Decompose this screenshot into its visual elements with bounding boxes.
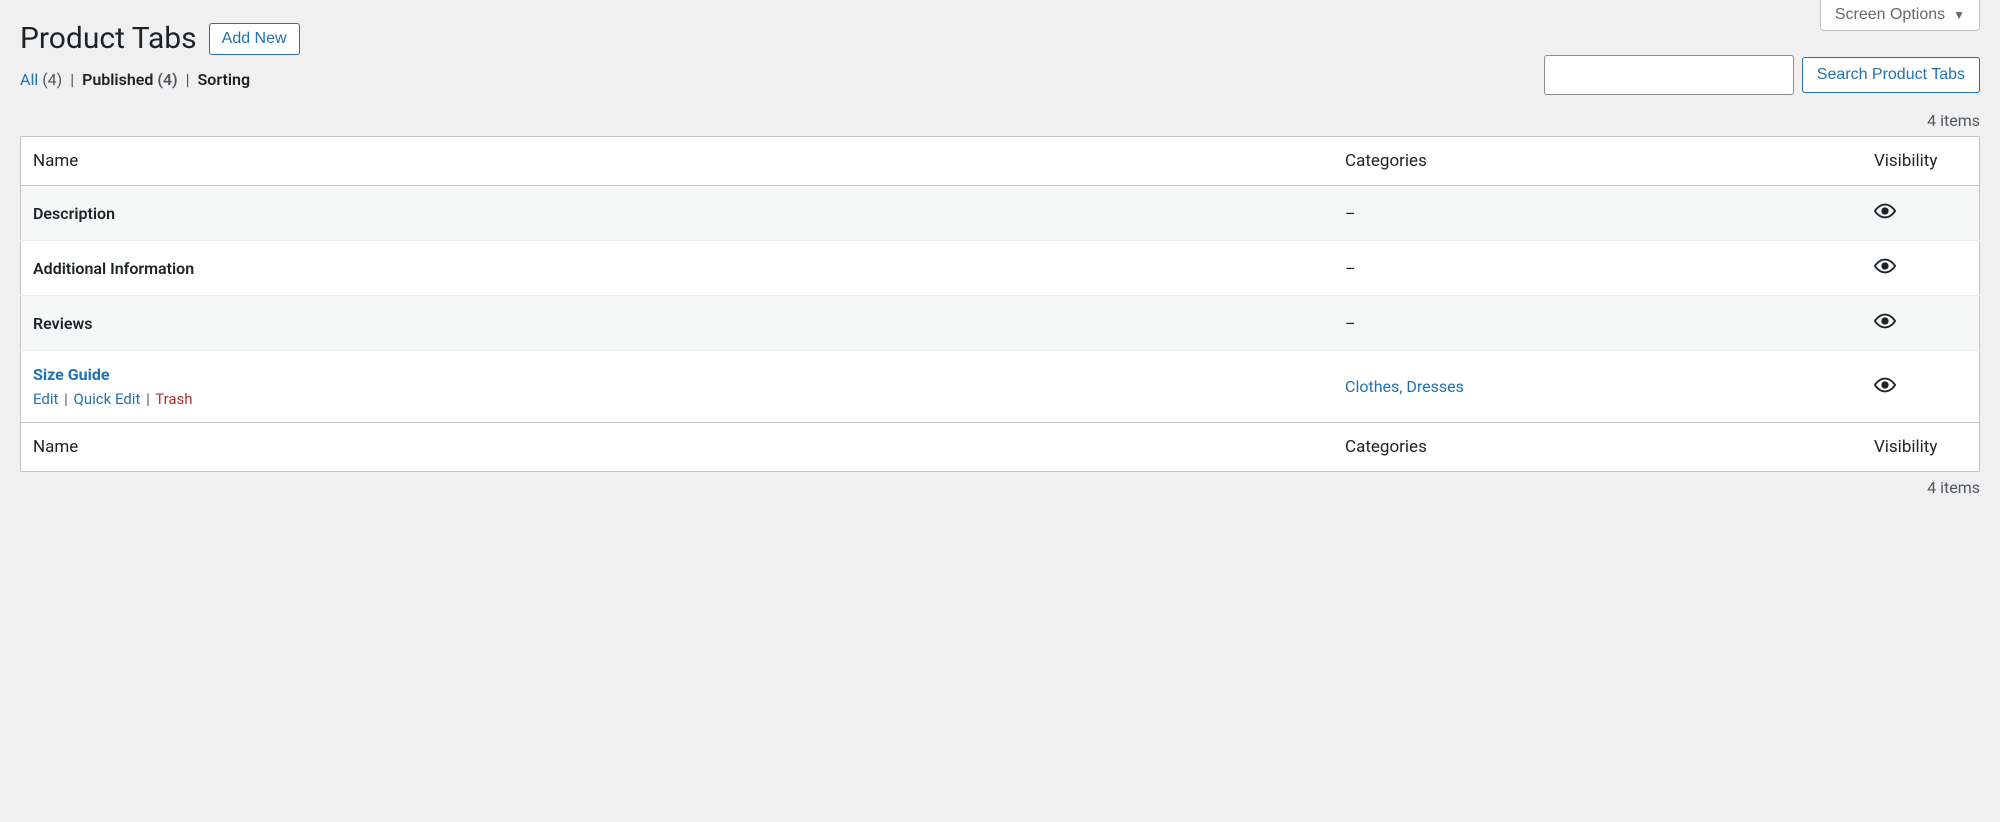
filter-published[interactable]: Published (4)	[82, 70, 182, 89]
table-row: Description –	[21, 186, 1980, 241]
trash-link[interactable]: Trash	[155, 390, 192, 408]
filter-all[interactable]: All	[20, 70, 38, 89]
table-row: Additional Information –	[21, 241, 1980, 296]
col-footer-visibility[interactable]: Visibility	[1862, 423, 1980, 472]
search-input[interactable]	[1544, 55, 1794, 95]
row-categories: –	[1333, 186, 1862, 241]
row-name: Description	[33, 204, 115, 223]
page-title: Product Tabs	[20, 21, 197, 56]
table-row: Size Guide Edit | Quick Edit | Trash Clo…	[21, 351, 1980, 423]
col-footer-name[interactable]: Name	[21, 423, 1334, 472]
search-button[interactable]: Search Product Tabs	[1802, 57, 1980, 93]
col-header-visibility[interactable]: Visibility	[1862, 137, 1980, 186]
row-name: Size Guide	[33, 365, 109, 384]
row-name: Additional Information	[33, 259, 194, 278]
row-name-link[interactable]: Size Guide	[33, 365, 109, 384]
col-header-name[interactable]: Name	[21, 137, 1334, 186]
chevron-down-icon: ▼	[1953, 8, 1965, 22]
eye-icon	[1874, 255, 1896, 277]
tablenav-top: 4 items	[20, 105, 1980, 136]
row-actions: Edit | Quick Edit | Trash	[33, 390, 1321, 408]
row-name: Reviews	[33, 314, 93, 333]
edit-link[interactable]: Edit	[33, 390, 58, 408]
eye-icon	[1874, 310, 1896, 332]
add-new-button[interactable]: Add New	[209, 23, 300, 55]
filter-all-count: (4)	[42, 70, 62, 89]
filter-published-count: (4)	[157, 70, 177, 89]
product-tabs-table: Name Categories Visibility Description –…	[20, 136, 1980, 472]
col-footer-categories[interactable]: Categories	[1333, 423, 1862, 472]
tablenav-bottom: 4 items	[20, 472, 1980, 503]
items-count-bottom: 4 items	[1927, 478, 1980, 497]
row-categories: –	[1333, 241, 1862, 296]
quick-edit-link[interactable]: Quick Edit	[74, 390, 141, 408]
screen-options-button[interactable]: Screen Options ▼	[1820, 0, 1980, 31]
row-categories: –	[1333, 296, 1862, 351]
eye-icon	[1874, 200, 1896, 222]
row-categories-link[interactable]: Clothes, Dresses	[1345, 377, 1464, 396]
eye-icon	[1874, 374, 1896, 396]
items-count-top: 4 items	[1927, 111, 1980, 130]
screen-options-label: Screen Options	[1835, 6, 1945, 24]
table-row: Reviews –	[21, 296, 1980, 351]
filter-sorting[interactable]: Sorting	[198, 70, 251, 89]
col-header-categories[interactable]: Categories	[1333, 137, 1862, 186]
